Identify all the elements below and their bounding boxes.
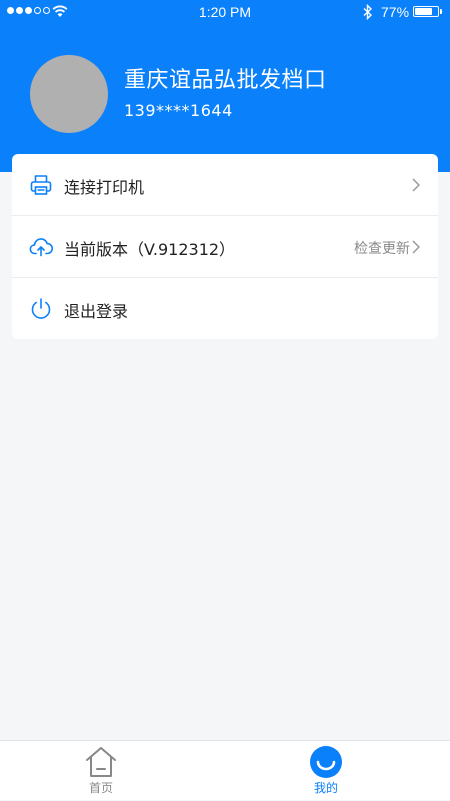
- power-icon: [31, 298, 51, 319]
- menu-item-logout[interactable]: 退出登录: [12, 278, 438, 339]
- bottom-tab-bar: 首页 我的: [0, 740, 450, 800]
- phone-number: 139****1644: [124, 101, 233, 120]
- battery-cap: [440, 9, 442, 14]
- tab-label: 我的: [313, 781, 338, 795]
- tab-home[interactable]: 首页: [51, 741, 151, 801]
- shop-name: 重庆谊品弘批发档口: [124, 68, 327, 93]
- tab-label: 首页: [88, 781, 113, 795]
- battery-level-fill: [415, 8, 432, 15]
- check-update-link[interactable]: 检查更新: [354, 238, 410, 258]
- menu-item-label: 当前版本（V.912312）: [64, 240, 236, 259]
- chevron-right-icon: [412, 178, 420, 192]
- tab-mine[interactable]: 我的: [276, 741, 376, 801]
- menu-item-connect-printer[interactable]: 连接打印机: [12, 154, 438, 216]
- home-icon: [86, 747, 116, 777]
- menu-item-label: 连接打印机: [64, 178, 145, 197]
- status-bar: 1:20 PM 77%: [0, 0, 450, 24]
- battery-percent: 77%: [381, 4, 410, 20]
- bluetooth-icon: [363, 4, 373, 20]
- cloud-upload-icon: [29, 238, 53, 257]
- printer-icon: [30, 175, 52, 195]
- menu-item-label: 退出登录: [64, 302, 129, 321]
- settings-menu-card: 连接打印机 当前版本（V.912312） 检查更新 退出登录: [12, 154, 438, 339]
- menu-item-current-version[interactable]: 当前版本（V.912312） 检查更新: [12, 216, 438, 278]
- avatar[interactable]: [30, 55, 108, 133]
- battery-icon: [413, 6, 439, 17]
- smile-icon: [310, 746, 342, 778]
- chevron-right-icon: [412, 240, 420, 254]
